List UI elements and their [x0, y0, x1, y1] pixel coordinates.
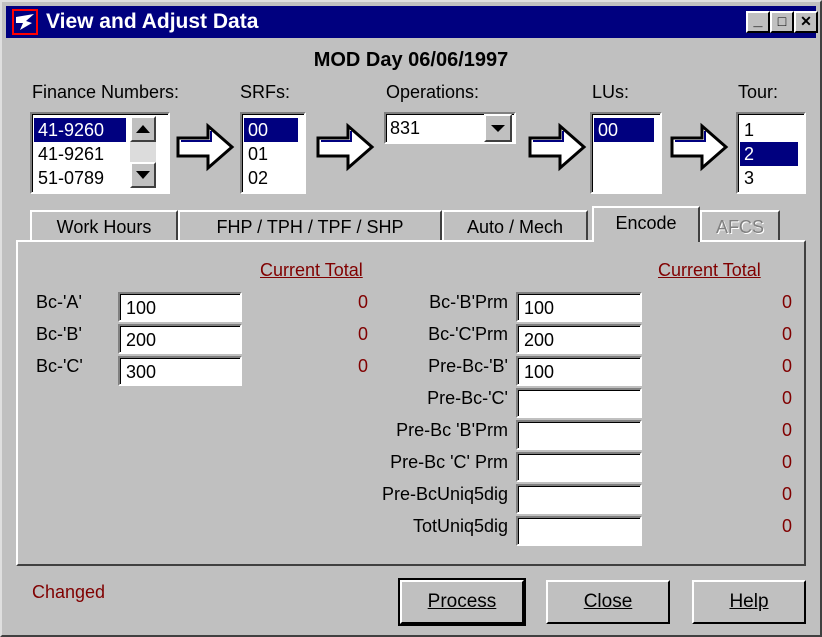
field-label: Pre-Bc 'C' Prm [390, 452, 508, 472]
current-total-value: 0 [781, 292, 792, 312]
current-total-value: 0 [781, 356, 792, 376]
maximize-button[interactable]: □ [770, 11, 794, 33]
process-button-label: Process [427, 591, 497, 612]
bc-b-input[interactable]: 200 [118, 324, 242, 354]
bc-b-prm-input[interactable]: 100 [516, 292, 642, 322]
field-label: Bc-'C'Prm [428, 324, 508, 344]
field-label: Bc-'B'Prm [429, 292, 508, 312]
tot-uniq5dig-input[interactable] [516, 516, 642, 546]
help-button[interactable]: Help [692, 580, 806, 624]
close-button-label: Close [583, 591, 633, 612]
current-total-value: 0 [781, 420, 792, 440]
tour-label: Tour: [738, 82, 779, 102]
triangle-up-icon [136, 125, 150, 133]
current-total-value: 0 [781, 516, 792, 536]
operations-label: Operations: [386, 82, 480, 102]
current-total-value: 0 [781, 452, 792, 472]
bc-c-prm-input[interactable]: 200 [516, 324, 642, 354]
mod-day-heading: MOD Day 06/06/1997 [313, 49, 509, 71]
field-label: Pre-Bc 'B'Prm [396, 420, 508, 440]
triangle-down-icon [491, 125, 505, 132]
scroll-up-button[interactable] [130, 116, 156, 142]
flow-arrow-icon [670, 122, 729, 172]
tab-work-hours[interactable]: Work Hours [30, 210, 178, 240]
field-label: Bc-'A' [36, 292, 82, 312]
tab-afcs[interactable]: AFCS [700, 210, 780, 240]
dropdown-button[interactable] [484, 114, 512, 142]
operations-dropdown[interactable]: 831 [384, 112, 516, 144]
finance-numbers-label: Finance Numbers: [32, 82, 180, 102]
finance-item[interactable]: 41-9260 [34, 118, 126, 142]
tour-item[interactable]: 1 [740, 118, 798, 142]
scroll-down-button[interactable] [130, 162, 156, 188]
tab-fhp-tph-tpf-shp[interactable]: FHP / TPH / TPF / SHP [178, 210, 442, 240]
tab-encode[interactable]: Encode [592, 206, 700, 242]
current-total-value: 0 [781, 324, 792, 344]
encode-panel: Current Total Current Total Bc-'A' 100 0… [16, 240, 806, 566]
pre-bc-c-input[interactable] [516, 388, 642, 418]
window-title: View and Adjust Data [46, 10, 259, 33]
srf-item[interactable]: 01 [244, 142, 298, 166]
minimize-button[interactable]: _ [746, 11, 770, 33]
lu-item[interactable]: 00 [594, 118, 654, 142]
field-label: Bc-'C' [36, 356, 83, 376]
help-button-label: Help [729, 591, 769, 612]
flow-arrow-icon [316, 122, 375, 172]
lus-label: LUs: [592, 82, 630, 102]
current-total-value: 0 [781, 484, 792, 504]
pre-bc-c-prm-input[interactable] [516, 452, 642, 482]
srfs-label: SRFs: [240, 82, 291, 102]
pre-bc-b-input[interactable]: 100 [516, 356, 642, 386]
tour-list[interactable]: 1 2 3 [736, 112, 806, 194]
srf-item[interactable]: 00 [244, 118, 298, 142]
tour-item[interactable]: 3 [740, 166, 798, 190]
title-bar[interactable]: View and Adjust Data _ □ ✕ [6, 6, 818, 38]
process-button[interactable]: Process [398, 578, 526, 626]
lus-list[interactable]: 00 [590, 112, 662, 194]
close-window-button[interactable]: ✕ [794, 11, 818, 33]
current-total-left-header: Current Total [260, 260, 363, 280]
tour-item[interactable]: 2 [740, 142, 798, 166]
current-total-right-header: Current Total [658, 260, 761, 280]
current-total-value: 0 [357, 324, 368, 344]
flow-arrow-icon [176, 122, 235, 172]
close-button[interactable]: Close [546, 580, 670, 624]
scrollbar-track[interactable] [130, 142, 156, 162]
view-adjust-window: View and Adjust Data _ □ ✕ MOD Day 06/06… [0, 0, 822, 637]
tab-auto-mech[interactable]: Auto / Mech [442, 210, 588, 240]
field-label: TotUniq5dig [412, 516, 508, 536]
pre-bc-b-prm-input[interactable] [516, 420, 642, 450]
current-total-value: 0 [781, 388, 792, 408]
bc-c-input[interactable]: 300 [118, 356, 242, 386]
field-label: Pre-Bc-'B' [428, 356, 508, 376]
finance-numbers-list[interactable]: 41-9260 41-9261 51-0789 [30, 112, 170, 194]
current-total-value: 0 [357, 292, 368, 312]
status-text: Changed [32, 582, 106, 602]
bc-a-input[interactable]: 100 [118, 292, 242, 322]
field-label: Pre-Bc-'C' [427, 388, 508, 408]
finance-item[interactable]: 51-0789 [34, 166, 126, 190]
finance-item[interactable]: 41-9261 [34, 142, 126, 166]
operations-value: 831 [390, 118, 421, 138]
flow-arrow-icon [528, 122, 587, 172]
triangle-down-icon [136, 171, 150, 179]
field-label: Bc-'B' [36, 324, 82, 344]
field-label: Pre-BcUniq5dig [381, 484, 508, 504]
srfs-list[interactable]: 00 01 02 [240, 112, 306, 194]
app-eagle-icon [12, 9, 38, 35]
current-total-value: 0 [357, 356, 368, 376]
pre-bc-uniq5dig-input[interactable] [516, 484, 642, 514]
srf-item[interactable]: 02 [244, 166, 298, 190]
